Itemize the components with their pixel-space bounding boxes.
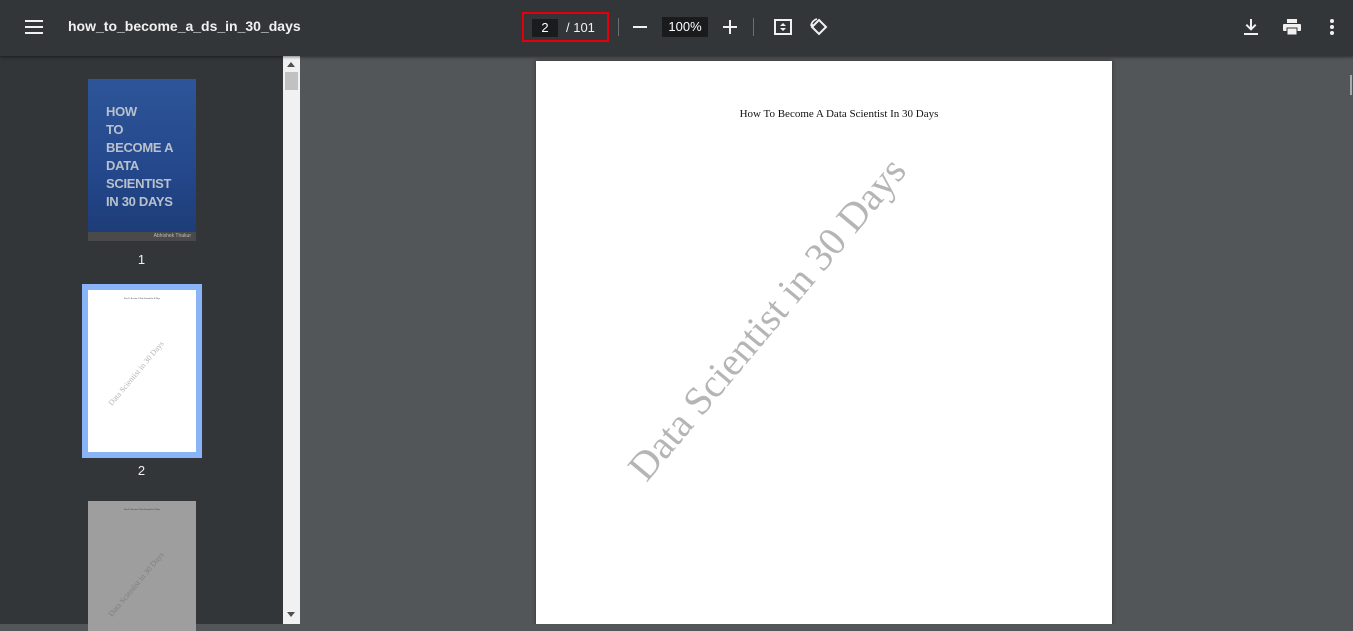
- document-page: How To Become A Data Scientist In 30 Day…: [536, 61, 1112, 624]
- page-header-text: How To Become A Data Scientist In 30 Day…: [739, 108, 939, 120]
- page-thumbnail-1[interactable]: HOW TO BECOME A DATA SCIENTIST IN 30 DAY…: [88, 79, 196, 241]
- page-number-input[interactable]: 2: [532, 19, 558, 37]
- zoom-level-input[interactable]: 100%: [662, 17, 708, 37]
- zoom-in-icon[interactable]: [714, 11, 746, 43]
- download-icon[interactable]: [1235, 11, 1267, 43]
- page-thumbnail-3[interactable]: How To Become A Data Scientist In 30 Day…: [88, 501, 196, 631]
- thumbnail-header: How To Become A Data Scientist In 30 Day…: [123, 509, 161, 511]
- hamburger-menu-icon[interactable]: [18, 11, 50, 43]
- page-thumbnail-2[interactable]: How To Become A Data Scientist In 30 Day…: [88, 290, 196, 452]
- fit-to-page-icon[interactable]: [767, 11, 799, 43]
- zoom-out-icon[interactable]: [624, 11, 656, 43]
- toolbar-separator: [753, 18, 754, 36]
- rotate-icon[interactable]: [803, 11, 835, 43]
- thumbnail-watermark: Data Scientist in 30 Days: [106, 339, 166, 408]
- more-options-icon[interactable]: [1316, 11, 1348, 43]
- cover-author: Abhishek Thakur: [88, 232, 196, 241]
- viewer-scrollbar[interactable]: [1348, 56, 1353, 624]
- scroll-up-arrow-icon[interactable]: [287, 62, 295, 67]
- thumbnail-header: How To Become A Data Scientist In 30 Day…: [123, 298, 161, 300]
- thumbnail-watermark: Data Scientist in 30 Days: [106, 550, 166, 619]
- page-watermark-text: Data Scientist in 30 Days: [618, 148, 915, 489]
- document-viewer[interactable]: How To Become A Data Scientist In 30 Day…: [300, 56, 1353, 624]
- print-icon[interactable]: [1276, 11, 1308, 43]
- document-title: how_to_become_a_ds_in_30_days: [68, 18, 301, 34]
- thumbnail-sidebar: HOW TO BECOME A DATA SCIENTIST IN 30 DAY…: [0, 56, 283, 631]
- pdf-toolbar: how_to_become_a_ds_in_30_days 2 / 101 10…: [0, 0, 1353, 56]
- viewer-scroll-thumb[interactable]: [1350, 75, 1352, 95]
- sidebar-scroll-thumb[interactable]: [285, 72, 298, 90]
- cover-title: HOW TO BECOME A DATA SCIENTIST IN 30 DAY…: [106, 104, 174, 209]
- thumbnail-number: 1: [137, 252, 146, 267]
- page-selector-highlight: 2 / 101: [522, 12, 609, 42]
- scroll-down-arrow-icon[interactable]: [287, 612, 295, 617]
- toolbar-separator: [618, 18, 619, 36]
- page-total-label: / 101: [566, 20, 595, 35]
- thumbnail-number: 2: [137, 463, 146, 478]
- sidebar-scrollbar[interactable]: [283, 56, 300, 624]
